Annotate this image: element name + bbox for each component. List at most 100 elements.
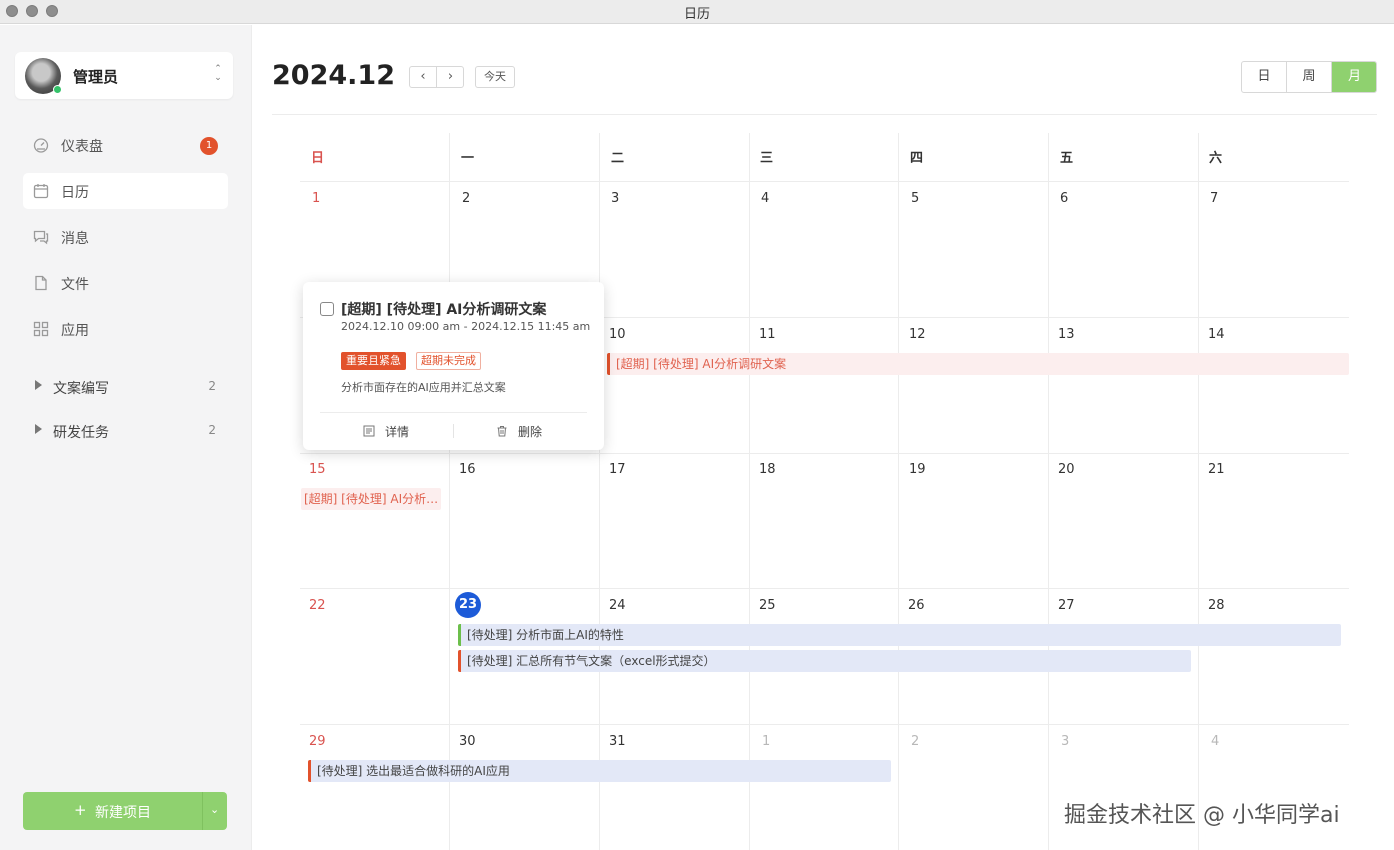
plus-icon: + [74, 801, 87, 819]
day-number[interactable]: 1 [762, 734, 770, 749]
day-number[interactable]: 17 [609, 462, 626, 477]
grid-line [749, 133, 750, 850]
dashboard-gauge-icon [33, 138, 49, 153]
sidebar-item-label: 日历 [61, 185, 89, 201]
view-week-tab[interactable]: 周 [1287, 62, 1332, 92]
notification-badge: 1 [200, 137, 218, 155]
popover-time-range: 2024.12.10 09:00 am - 2024.12.15 11:45 a… [341, 320, 591, 333]
day-number[interactable]: 2 [911, 734, 919, 749]
grid-line [599, 133, 600, 850]
day-number[interactable]: 28 [1208, 598, 1225, 613]
day-number[interactable]: 29 [309, 734, 326, 749]
group-count: 2 [208, 423, 216, 437]
header-divider [272, 114, 1377, 115]
window-title: 日历 [683, 7, 710, 22]
watermark-text: 掘金技术社区 @ 小华同学ai [1064, 803, 1340, 828]
sidebar-item-calendar[interactable]: 日历 [23, 173, 228, 209]
grid-line [300, 181, 1349, 182]
event-complete-checkbox[interactable] [320, 302, 334, 316]
day-number[interactable]: 20 [1058, 462, 1075, 477]
day-number[interactable]: 3 [1061, 734, 1069, 749]
sidebar-group-rnd[interactable]: 研发任务 2 [23, 417, 228, 445]
new-project-dropdown-button[interactable]: ⌄ [203, 792, 227, 830]
file-icon [35, 275, 47, 291]
page-title: 2024.12 [272, 60, 395, 91]
month-nav: ‹ › [409, 66, 464, 88]
month-calendar: 日 一 二 三 四 五 六 1 2 3 4 5 6 7 8 9 10 11 12… [300, 133, 1349, 850]
weekday-header: 二 [611, 151, 625, 166]
calendar-event[interactable]: [待处理] 汇总所有节气文案（excel形式提交） [458, 650, 1191, 672]
day-number[interactable]: 4 [761, 191, 769, 206]
weekday-header: 六 [1209, 151, 1223, 166]
day-number[interactable]: 25 [759, 598, 776, 613]
message-bubble-icon [33, 230, 49, 245]
sidebar-item-apps[interactable]: 应用 [23, 311, 228, 347]
grid-line [898, 133, 899, 850]
day-number[interactable]: 11 [759, 327, 776, 342]
event-popover: [超期] [待处理] AI分析调研文案 2024.12.10 09:00 am … [303, 282, 604, 450]
today-button[interactable]: 今天 [475, 66, 515, 88]
delete-label: 删除 [518, 425, 543, 439]
day-number[interactable]: 12 [909, 327, 926, 342]
sidebar-item-files[interactable]: 文件 [23, 265, 228, 301]
view-switcher: 日 周 月 [1241, 61, 1377, 93]
popover-title: [超期] [待处理] AI分析调研文案 [341, 302, 547, 318]
view-month-tab[interactable]: 月 [1332, 62, 1376, 92]
group-label: 文案编写 [53, 381, 109, 397]
user-name: 管理员 [73, 68, 119, 86]
day-number[interactable]: 14 [1208, 327, 1225, 342]
day-number[interactable]: 31 [609, 734, 626, 749]
delete-button[interactable]: 删除 [496, 423, 556, 441]
weekday-header: 四 [910, 151, 924, 166]
sidebar-item-label: 消息 [61, 231, 89, 247]
day-number[interactable]: 30 [459, 734, 476, 749]
sidebar-item-label: 仪表盘 [61, 139, 103, 155]
day-number[interactable]: 18 [759, 462, 776, 477]
calendar-event[interactable]: [超期] [待处理] AI分析调研文案 [301, 488, 441, 510]
day-number[interactable]: 27 [1058, 598, 1075, 613]
day-number[interactable]: 7 [1210, 191, 1218, 206]
day-number[interactable]: 13 [1058, 327, 1075, 342]
detail-button[interactable]: 详情 [363, 423, 423, 441]
sidebar-item-dashboard[interactable]: 仪表盘 1 [23, 127, 228, 163]
day-number[interactable]: 6 [1060, 191, 1068, 206]
day-number[interactable]: 1 [312, 191, 320, 206]
calendar-event[interactable]: [待处理] 分析市面上AI的特性 [458, 624, 1341, 646]
sidebar-item-label: 应用 [61, 323, 89, 339]
calendar-event[interactable]: [待处理] 选出最适合做科研的AI应用 [308, 760, 891, 782]
grid-line [1198, 133, 1199, 850]
group-count: 2 [208, 379, 216, 393]
view-day-tab[interactable]: 日 [1242, 62, 1287, 92]
day-number[interactable]: 3 [611, 191, 619, 206]
day-number[interactable]: 19 [909, 462, 926, 477]
today-marker[interactable]: 23 [455, 592, 481, 618]
day-number[interactable]: 2 [462, 191, 470, 206]
sidebar-group-copywriting[interactable]: 文案编写 2 [23, 373, 228, 401]
day-number[interactable]: 21 [1208, 462, 1225, 477]
calendar-event[interactable]: [超期] [待处理] AI分析调研文案 [607, 353, 1349, 375]
popover-divider [320, 412, 587, 413]
day-number[interactable]: 5 [911, 191, 919, 206]
day-number[interactable]: 22 [309, 598, 326, 613]
user-switcher[interactable]: 管理员 ⌃ ⌄ [15, 52, 233, 99]
window-titlebar: 日历 [0, 0, 1394, 24]
day-number[interactable]: 4 [1211, 734, 1219, 749]
new-project-label: 新建项目 [95, 805, 151, 821]
sidebar-item-messages[interactable]: 消息 [23, 219, 228, 255]
day-number[interactable]: 10 [609, 327, 626, 342]
new-project-button[interactable]: + 新建项目 [23, 792, 202, 830]
chevron-updown-icon: ⌃ ⌄ [214, 64, 222, 83]
day-number[interactable]: 26 [908, 598, 925, 613]
overdue-tag: 超期未完成 [416, 352, 481, 370]
weekday-header: 三 [760, 151, 774, 166]
day-number[interactable]: 15 [309, 462, 326, 477]
day-number[interactable]: 16 [459, 462, 476, 477]
next-month-button[interactable]: › [437, 67, 464, 87]
grid-line [300, 724, 1349, 725]
chevron-down-icon: ⌄ [210, 803, 220, 816]
detail-list-icon [363, 425, 375, 437]
grid-line [449, 133, 450, 850]
sidebar: 管理员 ⌃ ⌄ 仪表盘 1 日历 消息 文件 应用 文案编写 2 研发任务 2 … [0, 25, 252, 850]
prev-month-button[interactable]: ‹ [410, 67, 437, 87]
day-number[interactable]: 24 [609, 598, 626, 613]
